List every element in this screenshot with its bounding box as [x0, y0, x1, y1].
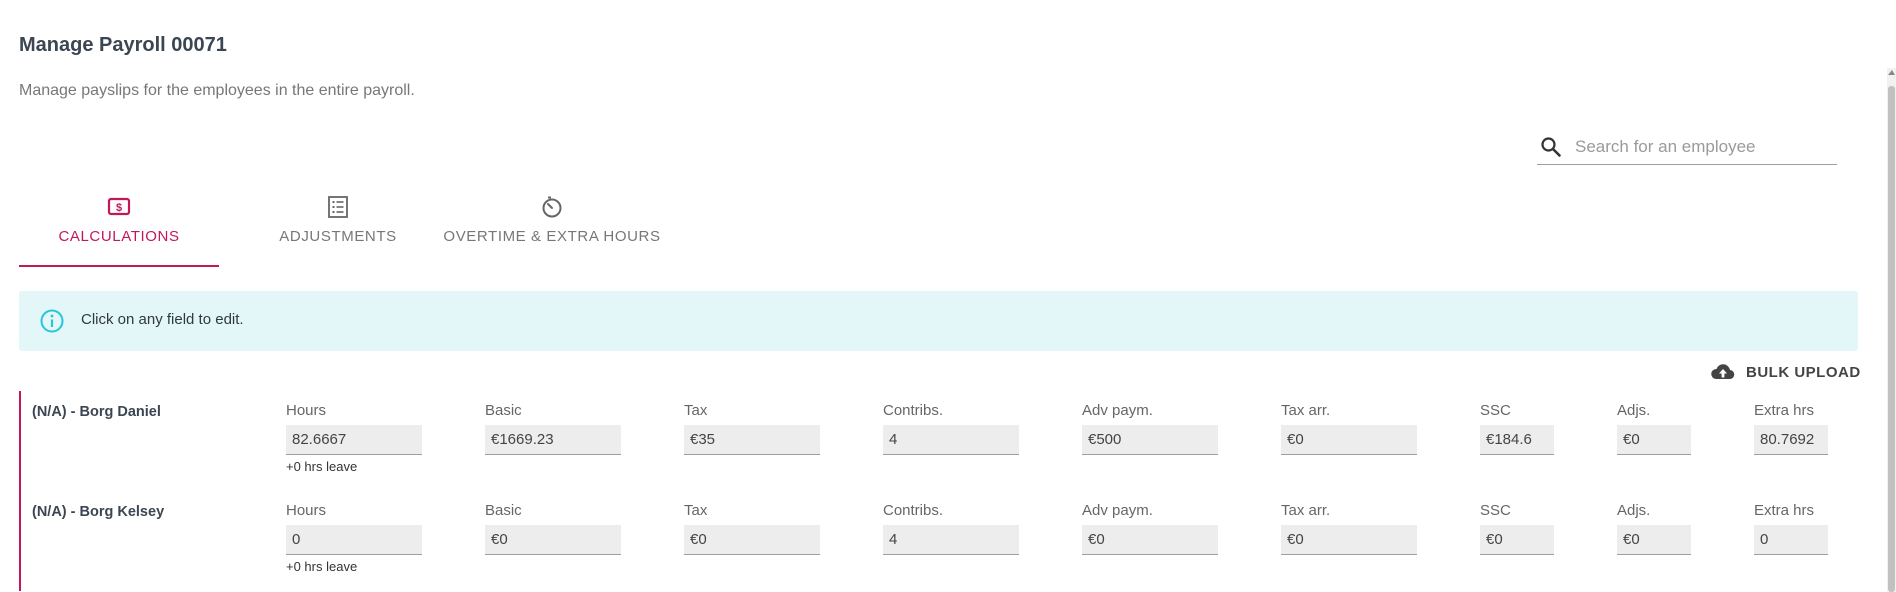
employee-row: (N/A) - Borg Daniel Hours 82.6667 +0 hrs…: [19, 391, 1860, 491]
tax-arrears-field: Tax arr. €0: [1281, 402, 1417, 455]
tab-label: OVERTIME & EXTRA HOURS: [443, 228, 661, 245]
tax-input[interactable]: €0: [684, 525, 820, 555]
adjustments-input[interactable]: €0: [1617, 425, 1691, 455]
extra-hours-input[interactable]: 0: [1754, 525, 1828, 555]
field-label: Adv paym.: [1082, 402, 1153, 419]
cloud-upload-icon: [1711, 364, 1735, 380]
adv-payment-field: Adv paym. €500: [1082, 402, 1218, 455]
field-label: Adjs.: [1617, 402, 1651, 419]
leave-note: +0 hrs leave: [286, 459, 358, 474]
basic-field: Basic €1669.23: [485, 402, 621, 455]
contribs-field: Contribs. 4: [883, 502, 1019, 555]
contribs-input[interactable]: 4: [883, 425, 1019, 455]
employee-name: (N/A) - Borg Kelsey: [32, 504, 165, 520]
field-label: Hours: [286, 502, 327, 519]
field-label: SSC: [1480, 502, 1511, 519]
adjustments-input[interactable]: €0: [1617, 525, 1691, 555]
tab-overtime-extra-hours[interactable]: OVERTIME & EXTRA HOURS: [434, 190, 670, 267]
employee-row: (N/A) - Borg Kelsey Hours 0 +0 hrs leave…: [19, 491, 1860, 591]
svg-text:$: $: [116, 202, 122, 214]
field-label: Adv paym.: [1082, 502, 1153, 519]
adjustments-field: Adjs. €0: [1617, 502, 1691, 555]
field-label: SSC: [1480, 402, 1511, 419]
field-label: Tax arr.: [1281, 502, 1331, 519]
list-document-icon: [328, 196, 348, 218]
info-icon: [40, 309, 64, 333]
field-label: Contribs.: [883, 502, 944, 519]
tax-field: Tax €0: [684, 502, 820, 555]
field-label: Hours: [286, 402, 327, 419]
leave-note: +0 hrs leave: [286, 559, 358, 574]
adjustments-field: Adjs. €0: [1617, 402, 1691, 455]
hours-field: Hours 82.6667 +0 hrs leave: [286, 402, 422, 474]
bulk-upload-label: BULK UPLOAD: [1746, 363, 1861, 381]
contribs-field: Contribs. 4: [883, 402, 1019, 455]
extra-hours-field: Extra hrs 0: [1754, 502, 1828, 555]
dollar-receipt-icon: $: [107, 197, 131, 216]
ssc-field: SSC €0: [1480, 502, 1554, 555]
extra-hours-input[interactable]: 80.7692: [1754, 425, 1828, 455]
hours-field: Hours 0 +0 hrs leave: [286, 502, 422, 574]
info-text: Click on any field to edit.: [81, 311, 244, 328]
tax-field: Tax €35: [684, 402, 820, 455]
tab-calculations[interactable]: $ CALCULATIONS: [19, 190, 219, 267]
field-label: Adjs.: [1617, 502, 1651, 519]
bulk-upload-button[interactable]: BULK UPLOAD: [1709, 360, 1861, 384]
extra-hours-field: Extra hrs 80.7692: [1754, 402, 1828, 455]
basic-input[interactable]: €0: [485, 525, 621, 555]
employee-search: [1537, 130, 1837, 165]
contribs-input[interactable]: 4: [883, 525, 1019, 555]
field-label: Extra hrs: [1754, 502, 1815, 519]
field-label: Basic: [485, 402, 522, 419]
ssc-input[interactable]: €0: [1480, 525, 1554, 555]
info-banner: Click on any field to edit.: [19, 291, 1858, 351]
employee-name: (N/A) - Borg Daniel: [32, 404, 161, 420]
vertical-scrollbar[interactable]: [1887, 68, 1896, 592]
field-label: Extra hrs: [1754, 402, 1815, 419]
search-input[interactable]: [1573, 134, 1832, 160]
field-label: Tax: [684, 402, 708, 419]
tab-label: CALCULATIONS: [58, 228, 180, 245]
tab-adjustments[interactable]: ADJUSTMENTS: [247, 190, 429, 267]
ssc-input[interactable]: €184.6: [1480, 425, 1554, 455]
tax-arrears-input[interactable]: €0: [1281, 525, 1417, 555]
search-icon: [1541, 137, 1561, 157]
adv-payment-input[interactable]: €0: [1082, 525, 1218, 555]
page-title: Manage Payroll 00071: [19, 34, 227, 56]
hours-input[interactable]: 0: [286, 525, 422, 555]
adv-payment-field: Adv paym. €0: [1082, 502, 1218, 555]
clock-icon: [542, 196, 562, 218]
field-label: Tax arr.: [1281, 402, 1331, 419]
scroll-up-arrow-icon[interactable]: [1888, 70, 1895, 75]
page-subtitle: Manage payslips for the employees in the…: [19, 82, 415, 99]
tax-input[interactable]: €35: [684, 425, 820, 455]
tax-arrears-field: Tax arr. €0: [1281, 502, 1417, 555]
tab-label: ADJUSTMENTS: [279, 228, 397, 245]
hours-input[interactable]: 82.6667: [286, 425, 422, 455]
field-label: Basic: [485, 502, 522, 519]
scrollbar-thumb[interactable]: [1888, 86, 1895, 592]
field-label: Tax: [684, 502, 708, 519]
adv-payment-input[interactable]: €500: [1082, 425, 1218, 455]
field-label: Contribs.: [883, 402, 944, 419]
tax-arrears-input[interactable]: €0: [1281, 425, 1417, 455]
ssc-field: SSC €184.6: [1480, 402, 1554, 455]
basic-input[interactable]: €1669.23: [485, 425, 621, 455]
basic-field: Basic €0: [485, 502, 621, 555]
